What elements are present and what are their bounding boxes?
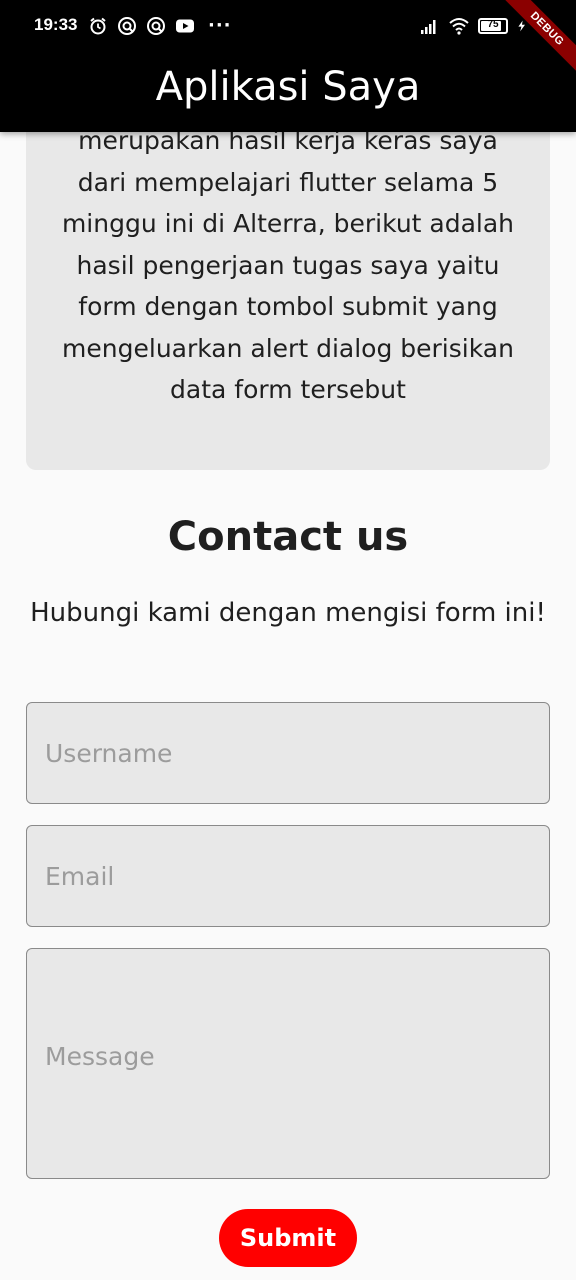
intro-text: merupakan hasil kerja keras saya dari me… — [61, 132, 515, 404]
battery-icon: 75 — [478, 18, 508, 34]
alarm-icon — [90, 17, 106, 35]
app-title: Aplikasi Saya — [155, 64, 421, 110]
email-input[interactable] — [27, 826, 549, 926]
wifi-icon — [449, 18, 469, 35]
vpn-icon — [147, 17, 165, 35]
intro-card: merupakan hasil kerja keras saya dari me… — [26, 132, 550, 470]
app-bar: Aplikasi Saya — [0, 52, 576, 132]
contact-title: Contact us — [167, 514, 409, 560]
youtube-icon — [176, 19, 194, 33]
email-field[interactable] — [26, 825, 550, 927]
username-input[interactable] — [27, 703, 549, 803]
battery-level: 75 — [487, 19, 499, 30]
vpn-icon — [118, 17, 136, 35]
message-field[interactable] — [26, 948, 550, 1179]
contact-subtitle: Hubungi kami dengan mengisi form ini! — [30, 598, 546, 628]
status-icons-right: 75 — [418, 16, 528, 36]
status-icons-left: ··· — [88, 16, 232, 36]
message-input[interactable] — [27, 949, 549, 1178]
status-bar: 19:33 ··· 75 — [0, 0, 576, 52]
submit-button[interactable]: Submit — [219, 1209, 357, 1267]
status-overflow-dots: ··· — [208, 15, 232, 36]
charging-icon — [518, 20, 525, 32]
scroll-content[interactable]: merupakan hasil kerja keras saya dari me… — [0, 132, 576, 1280]
signal-icon — [421, 20, 436, 34]
username-field[interactable] — [26, 702, 550, 804]
status-time: 19:33 — [34, 15, 78, 34]
